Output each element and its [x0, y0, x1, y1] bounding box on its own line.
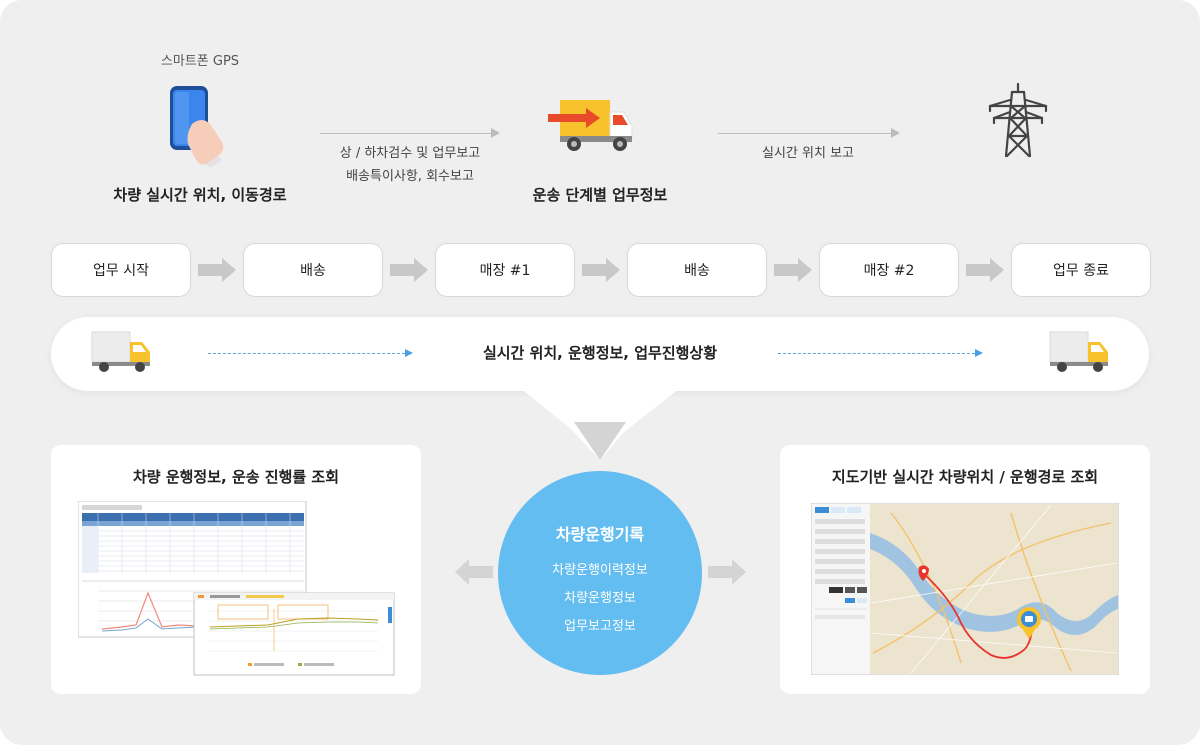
step-arrow-2 [390, 258, 428, 282]
step-arrow-4 [774, 258, 812, 282]
arrow-to-right-card [708, 559, 746, 585]
truck-caption: 운송 단계별 업무정보 [532, 186, 668, 204]
step-arrow-3 [582, 258, 620, 282]
arrow-truck-to-tower [718, 128, 900, 138]
step-arrow-1 [198, 258, 236, 282]
vehicle-log-circle: 차량운행기록 차량운행이력정보 차량운행정보 업무보고정보 [498, 471, 702, 675]
step-delivery-2: 배송 [627, 243, 767, 297]
arrow1-line2: 배송특이사항, 회수보고 [346, 169, 474, 184]
circle-item-driving-info: 차량운행정보 [564, 591, 636, 606]
step-work-start: 업무 시작 [51, 243, 191, 297]
arrow1-line1: 상 / 하차검수 및 업무보고 [339, 146, 481, 161]
vehicle-report-screenshot [78, 501, 395, 676]
truck-right-icon [1049, 331, 1108, 372]
step-store-2: 매장 #2 [819, 243, 959, 297]
arrow1-caption: 상 / 하차검수 및 업무보고 배송특이사항, 회수보고 [310, 142, 510, 188]
status-text: 실시간 위치, 운행정보, 업무진행상황 [482, 344, 718, 362]
status-dashed-arrow-right [778, 348, 983, 357]
circle-item-work-report: 업무보고정보 [564, 619, 636, 634]
arrow-phone-to-truck [320, 128, 500, 138]
step-store-1: 매장 #1 [435, 243, 575, 297]
step-arrow-5 [966, 258, 1004, 282]
circle-title: 차량운행기록 [555, 525, 645, 544]
arrow-to-left-card [455, 559, 493, 585]
gps-label: 스마트폰 GPS [160, 54, 240, 69]
funnel-down-arrow [520, 388, 680, 460]
right-card-title: 지도기반 실시간 차량위치 / 운행경로 조회 [831, 468, 1099, 486]
delivery-truck-icon [548, 100, 633, 151]
step-delivery-1: 배송 [243, 243, 383, 297]
map-tracking-screenshot [811, 503, 1119, 675]
page: 스마트폰 GPS 차량 실시간 위치, 이동경로 상 / 하차검수 및 업무보고… [0, 0, 1200, 745]
smartphone-hand-icon [170, 86, 224, 168]
arrow2-caption: 실시간 위치 보고 [762, 146, 854, 161]
left-card-title: 차량 운행정보, 운송 진행률 조회 [133, 468, 339, 486]
circle-item-history: 차량운행이력정보 [552, 563, 648, 578]
transmission-tower-icon [988, 82, 1048, 158]
phone-caption: 차량 실시간 위치, 이동경로 [113, 186, 287, 204]
step-work-end: 업무 종료 [1011, 243, 1151, 297]
